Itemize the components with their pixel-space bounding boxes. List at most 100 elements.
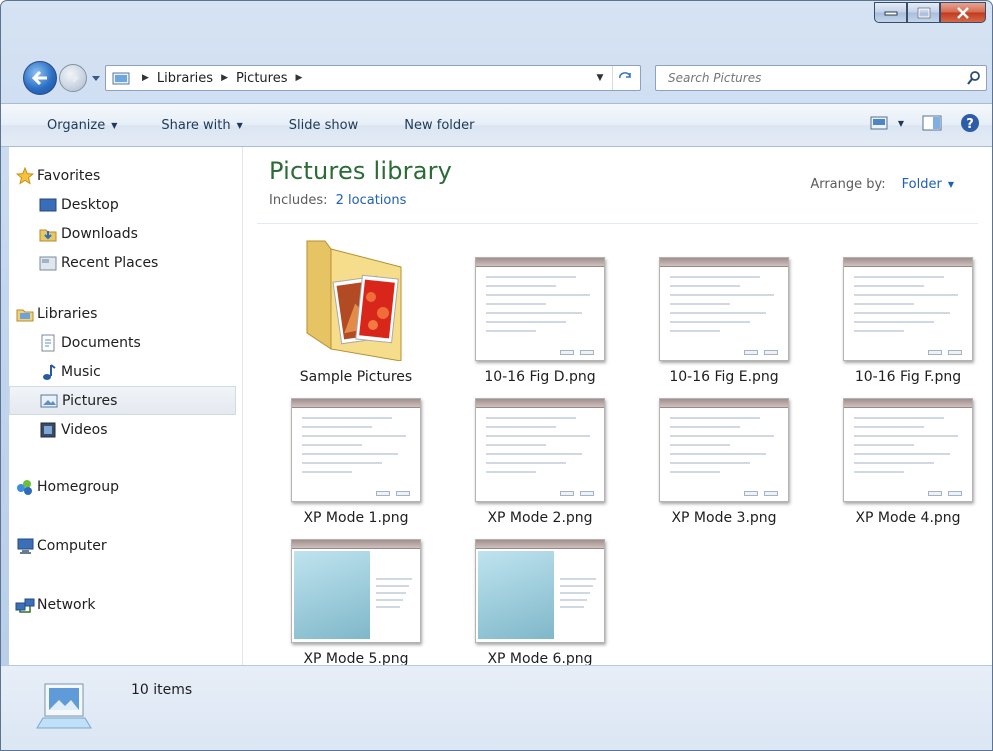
close-icon [957,6,969,19]
nav-pictures-label: Pictures [62,392,118,409]
arrange-by: Arrange by: Folder ▼ [810,177,954,192]
chevron-down-icon: ▼ [111,120,118,130]
recent-places-icon [38,254,58,272]
thumbnail-text-line [486,453,582,455]
search-box[interactable] [655,65,987,91]
help-button[interactable]: ? [960,113,980,133]
folder-icon [306,240,402,361]
share-with-button[interactable]: Share with ▼ [155,118,248,133]
thumbnail-text-line [376,592,406,594]
thumbnail-button [580,491,594,496]
arrange-value-dropdown[interactable]: Folder [902,177,942,192]
preview-pane-button[interactable] [922,115,942,131]
image-thumbnail-frame [823,233,992,361]
address-bar[interactable]: ▶ Libraries ▶ Pictures ▶ ▼ [105,65,641,91]
breadcrumb-pictures[interactable]: Pictures [236,71,287,86]
nav-homegroup[interactable]: Homegroup [9,472,242,501]
address-dropdown-icon[interactable]: ▼ [592,66,608,90]
thumbnail-text-line [302,444,362,446]
thumbnail-text-line [486,471,536,473]
downloads-icon [38,225,58,243]
library-details-icon [36,683,92,729]
nav-desktop-label: Desktop [61,196,119,213]
chevron-down-icon[interactable]: ▼ [948,180,954,189]
thumbnail-text-line [560,599,587,601]
refresh-icon [618,72,631,79]
thumbnail-text-line [670,426,740,428]
command-bar: Organize ▼ Share with ▼ Slide show New fol… [1,103,992,147]
file-item[interactable]: XP Mode 3.png [639,374,809,526]
thumbnail-text-line [854,426,924,428]
breadcrumb-libraries[interactable]: Libraries [157,71,213,86]
thumbnail-titlebar [476,258,604,267]
nav-videos[interactable]: Videos [9,415,242,444]
file-item[interactable]: XP Mode 4.png [823,374,992,526]
thumbnail-text-line [560,585,593,587]
help-icon: ? [961,114,979,132]
organize-button[interactable]: Organize ▼ [41,118,123,133]
nav-music[interactable]: Music [9,357,242,386]
breadcrumb-separator-icon[interactable]: ▶ [295,73,302,83]
thumbnail-text-line [670,312,766,314]
file-item[interactable]: 10-16 Fig D.png [455,233,625,385]
homegroup-icon [15,478,35,496]
thumbnail-text-line [670,417,760,419]
search-input[interactable] [668,71,948,85]
image-thumbnail [843,398,973,502]
image-thumbnail [291,539,421,643]
file-item[interactable]: 10-16 Fig E.png [639,233,809,385]
nav-computer[interactable]: Computer [9,531,242,560]
breadcrumb-separator-icon[interactable]: ▶ [221,73,228,83]
file-item[interactable]: 10-16 Fig F.png [823,233,992,385]
close-button[interactable] [940,2,986,23]
nav-network-label: Network [37,596,96,613]
thumbnail-text-line [486,417,576,419]
arrange-label: Arrange by: [810,177,886,192]
search-icon[interactable] [966,70,982,86]
item-count: 10 items [131,682,193,698]
image-thumbnail-frame [455,515,625,643]
pictures-icon [39,392,59,410]
maximize-button[interactable] [907,2,940,23]
star-icon [15,166,35,185]
nav-libraries[interactable]: Libraries [9,299,242,328]
thumbnail-picture [294,551,370,639]
slide-show-button[interactable]: Slide show [283,118,364,133]
file-item[interactable]: XP Mode 2.png [455,374,625,526]
thumbnail-text-line [302,417,392,419]
thumbnail-text-line [670,294,774,296]
back-button[interactable] [23,61,57,95]
thumbnail-text-line [302,435,406,437]
file-item[interactable]: XP Mode 6.png [455,515,625,667]
nav-recent-places[interactable]: Recent Places [9,248,242,277]
breadcrumb-separator-icon[interactable]: ▶ [142,73,149,83]
image-thumbnail-frame [639,374,809,502]
refresh-button[interactable] [612,66,638,90]
chevron-down-icon[interactable]: ▼ [898,119,904,128]
view-controls: ▼ ? [870,113,980,133]
new-folder-button[interactable]: New folder [398,118,480,133]
nav-favorites[interactable]: Favorites [9,161,242,190]
file-item[interactable]: XP Mode 1.png [271,374,441,526]
nav-favorites-label: Favorites [37,167,101,184]
recent-pages-dropdown-icon[interactable] [91,73,101,83]
image-thumbnail-frame [823,374,992,502]
nav-downloads-label: Downloads [61,225,138,242]
locations-link[interactable]: 2 locations [336,193,407,208]
file-item[interactable]: XP Mode 5.png [271,515,441,667]
nav-desktop[interactable]: Desktop [9,190,242,219]
image-thumbnail [659,257,789,361]
nav-homegroup-label: Homegroup [37,478,120,495]
thumbnail-text-line [854,303,914,305]
nav-documents[interactable]: Documents [9,328,242,357]
file-item[interactable]: Sample Pictures [271,233,441,385]
minimize-button[interactable] [874,2,907,23]
forward-button[interactable] [59,64,87,92]
nav-network[interactable]: Network [9,590,242,619]
share-with-label: Share with [161,117,231,133]
thumbnail-text-line [854,444,914,446]
nav-pictures[interactable]: Pictures [9,386,236,415]
change-view-button[interactable]: ▼ [870,116,904,130]
nav-downloads[interactable]: Downloads [9,219,242,248]
thumbnail-button [744,350,758,355]
